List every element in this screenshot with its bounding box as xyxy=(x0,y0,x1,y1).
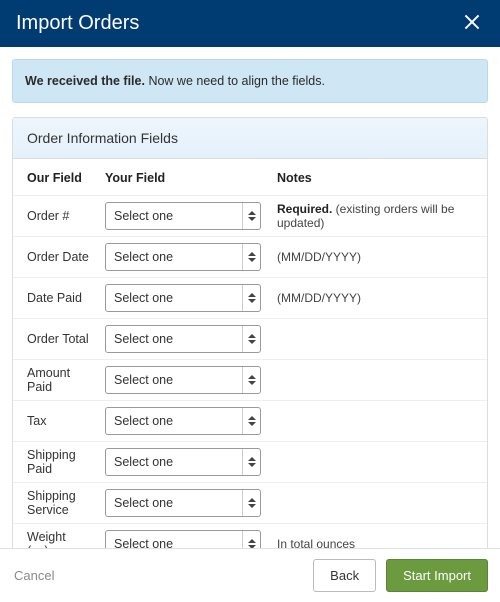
field-notes xyxy=(269,483,487,524)
field-label: Amount Paid xyxy=(13,360,97,401)
info-banner-text: Now we need to align the fields. xyxy=(145,74,325,88)
field-label: Shipping Paid xyxy=(13,442,97,483)
field-select[interactable]: Select one xyxy=(105,202,261,230)
modal-title: Import Orders xyxy=(16,12,139,35)
field-select-wrap: Select one xyxy=(105,530,261,548)
close-icon xyxy=(464,18,480,33)
cancel-button[interactable]: Cancel xyxy=(12,562,56,589)
modal-footer: Cancel Back Start Import xyxy=(0,548,500,602)
field-notes: (MM/DD/YYYY) xyxy=(269,278,487,319)
modal-body: We received the file. Now we need to ali… xyxy=(0,47,500,548)
field-select-wrap: Select one xyxy=(105,366,261,394)
field-label: Date Paid xyxy=(13,278,97,319)
order-info-panel: Order Information Fields Our Field Your … xyxy=(12,117,488,548)
close-button[interactable] xyxy=(460,10,484,37)
field-notes: Required. (existing orders will be updat… xyxy=(269,196,487,237)
table-row: Weight (oz) Select one In total ounces xyxy=(13,524,487,549)
table-row: Shipping Paid Select one xyxy=(13,442,487,483)
field-label: Order Total xyxy=(13,319,97,360)
field-select[interactable]: Select one xyxy=(105,366,261,394)
field-select-wrap: Select one xyxy=(105,243,261,271)
info-banner: We received the file. Now we need to ali… xyxy=(12,59,488,103)
field-select[interactable]: Select one xyxy=(105,407,261,435)
field-select-wrap: Select one xyxy=(105,284,261,312)
field-label: Order Date xyxy=(13,237,97,278)
field-select-wrap: Select one xyxy=(105,489,261,517)
field-notes: (MM/DD/YYYY) xyxy=(269,237,487,278)
field-label: Weight (oz) xyxy=(13,524,97,549)
field-select[interactable]: Select one xyxy=(105,325,261,353)
field-select-wrap: Select one xyxy=(105,325,261,353)
col-notes: Notes xyxy=(269,159,487,196)
table-row: Date Paid Select one (MM/DD/YYYY) xyxy=(13,278,487,319)
field-select-wrap: Select one xyxy=(105,448,261,476)
panel-title: Order Information Fields xyxy=(13,118,487,159)
field-select[interactable]: Select one xyxy=(105,243,261,271)
col-your-field: Your Field xyxy=(97,159,269,196)
field-notes xyxy=(269,401,487,442)
field-notes xyxy=(269,319,487,360)
col-our-field: Our Field xyxy=(13,159,97,196)
field-label: Order # xyxy=(13,196,97,237)
table-row: Order # Select one Required. (existing ord… xyxy=(13,196,487,237)
field-notes xyxy=(269,442,487,483)
field-select[interactable]: Select one xyxy=(105,284,261,312)
start-import-button[interactable]: Start Import xyxy=(386,559,488,592)
table-row: Amount Paid Select one xyxy=(13,360,487,401)
modal-header: Import Orders xyxy=(0,0,500,47)
field-mapping-table: Our Field Your Field Notes Order # Select… xyxy=(13,159,487,548)
field-label: Tax xyxy=(13,401,97,442)
field-notes: In total ounces xyxy=(269,524,487,549)
field-label: Shipping Service xyxy=(13,483,97,524)
field-select[interactable]: Select one xyxy=(105,530,261,548)
field-select-wrap: Select one xyxy=(105,407,261,435)
table-row: Order Total Select one xyxy=(13,319,487,360)
import-orders-modal: Import Orders We received the file. Now … xyxy=(0,0,500,602)
back-button[interactable]: Back xyxy=(313,559,376,592)
field-select[interactable]: Select one xyxy=(105,448,261,476)
table-row: Tax Select one xyxy=(13,401,487,442)
table-row: Order Date Select one (MM/DD/YYYY) xyxy=(13,237,487,278)
table-row: Shipping Service Select one xyxy=(13,483,487,524)
field-select[interactable]: Select one xyxy=(105,489,261,517)
info-banner-strong: We received the file. xyxy=(25,74,145,88)
field-select-wrap: Select one xyxy=(105,202,261,230)
field-notes xyxy=(269,360,487,401)
